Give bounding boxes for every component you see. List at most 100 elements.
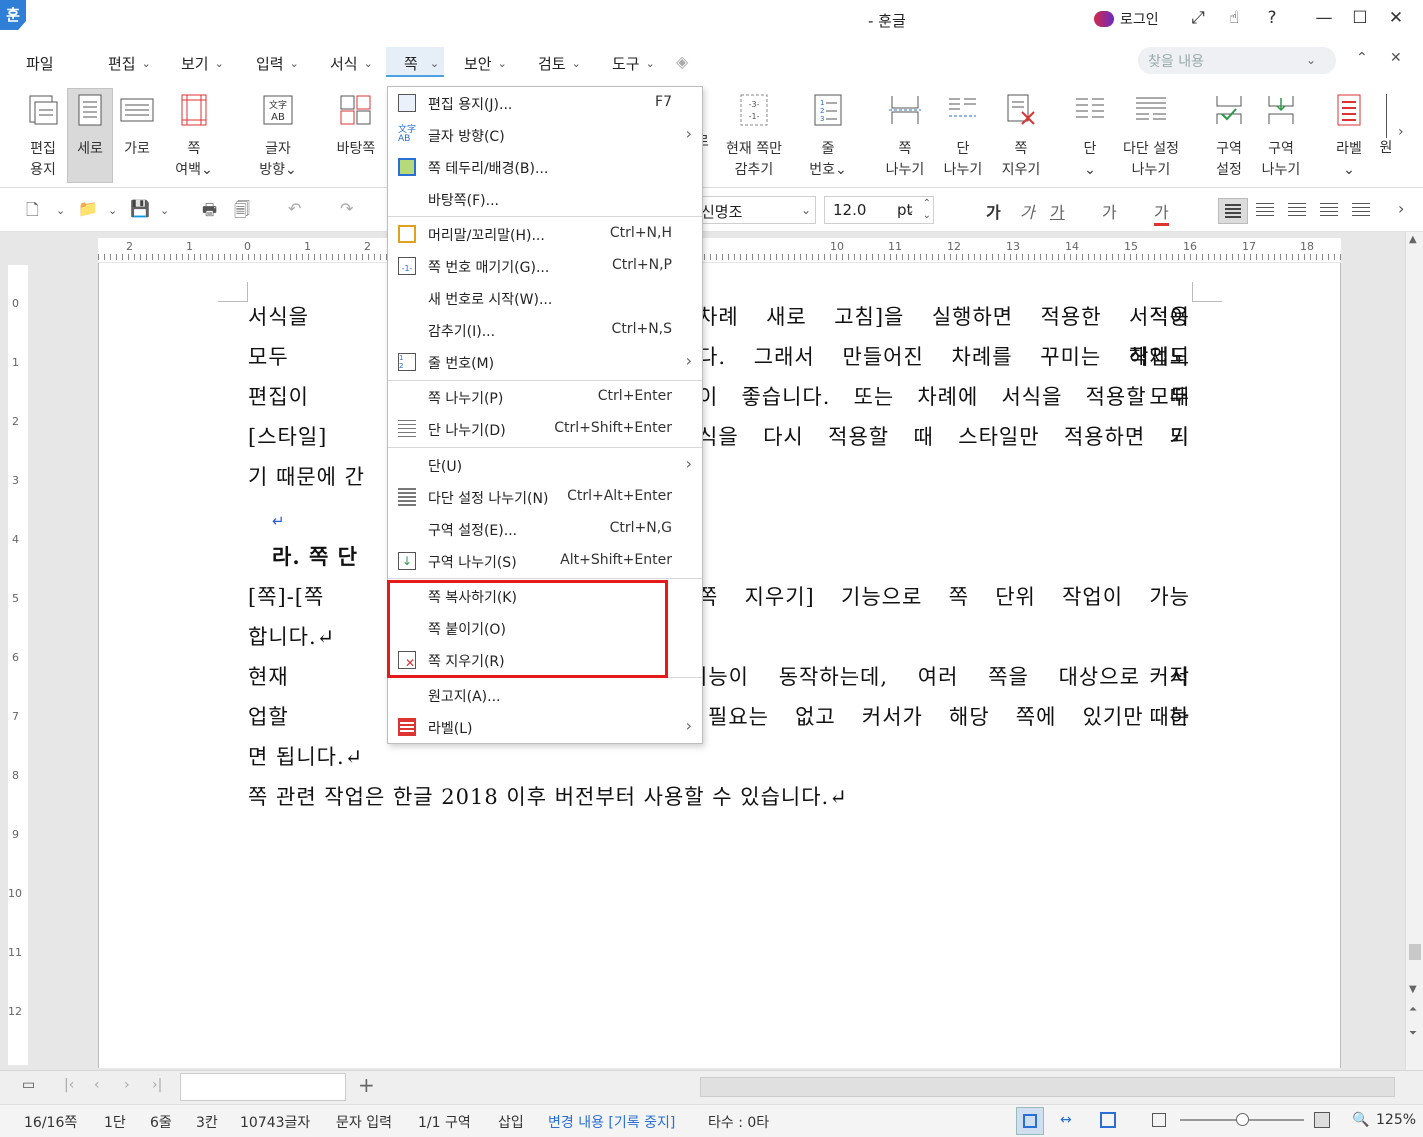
distribute-icon[interactable] — [1352, 203, 1370, 217]
menu-item-section-break[interactable]: ↓ 구역 나누기(S) Alt+Shift+Enter — [388, 545, 702, 577]
collapse-ribbon-icon[interactable]: ⌃ — [1356, 50, 1368, 66]
menu-item-label[interactable]: 라벨(L) › — [388, 711, 702, 743]
ribbon-page-break[interactable]: 쪽 나누기 — [880, 88, 930, 181]
menu-item-manuscript[interactable]: 원고지(A)... — [388, 679, 702, 711]
italic-button[interactable]: 가 — [1020, 199, 1035, 223]
ribbon-label[interactable]: 라벨 ⌄ — [1330, 88, 1368, 181]
status-insert-mode[interactable]: 삽입 — [498, 1112, 524, 1132]
minimize-button[interactable]: — — [1312, 8, 1336, 32]
menu-view[interactable]: 보기 ⌄ — [181, 50, 224, 76]
prev-page-icon[interactable]: ⏶ — [1409, 1004, 1417, 1015]
menu-tools[interactable]: 도구 ⌄ — [612, 50, 655, 76]
font-color-button[interactable]: 가 — [1154, 199, 1169, 226]
status-input-mode[interactable]: 문자 입력 — [336, 1112, 392, 1132]
search-dropdown-icon[interactable]: ⌄ — [1306, 53, 1316, 67]
ribbon-line-number[interactable]: 123 줄 번호⌄ — [806, 88, 850, 181]
first-tab-icon[interactable]: |‹ — [64, 1077, 74, 1093]
menu-item-column-break[interactable]: 단 나누기(D) Ctrl+Shift+Enter — [388, 413, 702, 445]
font-size-select[interactable]: 12.0 pt ⌄ ⌃ ⌄ — [824, 196, 934, 224]
ribbon-manuscript[interactable]: 원 — [1376, 88, 1396, 159]
strikethrough-button[interactable]: 가 — [1102, 199, 1117, 223]
last-tab-icon[interactable]: ›| — [152, 1077, 162, 1093]
menu-edit[interactable]: 편집 ⌄ — [108, 50, 151, 76]
menu-insert[interactable]: 입력 ⌄ — [256, 50, 299, 76]
new-document-icon[interactable]: 🗋 — [26, 199, 39, 226]
touch-mode-icon[interactable]: ☝ — [1222, 8, 1246, 32]
save-icon[interactable]: 💾 — [130, 199, 150, 218]
menu-item-page-setup[interactable]: 편집 용지(J)... F7 — [388, 87, 702, 119]
toolbar-more-icon[interactable]: › — [1398, 199, 1404, 218]
menu-item-text-direction[interactable]: 文字 AB 글자 방향(C) › — [388, 119, 702, 151]
font-name-select[interactable]: 신명조 ⌄ — [700, 196, 816, 224]
close-document-icon[interactable]: ✕ — [1390, 50, 1402, 66]
redo-icon[interactable]: ↷ — [340, 199, 353, 218]
menu-page[interactable]: 쪽 ⌄ — [404, 50, 439, 76]
prev-tab-icon[interactable]: ‹ — [94, 1077, 100, 1093]
close-button[interactable]: ✕ — [1384, 8, 1408, 32]
status-page[interactable]: 16/16쪽 — [24, 1112, 77, 1132]
print-preview-icon[interactable]: 🗐 — [234, 199, 250, 226]
fit-width-icon[interactable]: ↔ — [1060, 1112, 1072, 1128]
horizontal-scrollbar[interactable] — [700, 1077, 1395, 1097]
status-track-changes[interactable]: 변경 내용 [기록 중지] — [548, 1112, 675, 1132]
next-tab-icon[interactable]: › — [124, 1077, 130, 1093]
add-tab-icon[interactable]: + — [358, 1073, 375, 1097]
chevron-down-icon[interactable]: ⌄ — [160, 204, 169, 217]
menu-item-page-break[interactable]: 쪽 나누기(P) Ctrl+Enter — [388, 381, 702, 413]
open-folder-icon[interactable]: 📁 — [78, 199, 98, 218]
menu-item-new-number[interactable]: 새 번호로 시작(W)... — [388, 282, 702, 314]
menu-item-master-page[interactable]: 바탕쪽(F)... — [388, 183, 702, 215]
chevron-down-icon[interactable]: ⌄ — [56, 204, 65, 217]
zoom-slider-thumb[interactable] — [1236, 1113, 1249, 1126]
ribbon-page-margin[interactable]: 쪽 여백⌄ — [170, 88, 218, 181]
menu-item-columns[interactable]: 단(U) › — [388, 449, 702, 481]
menu-item-section-setup[interactable]: 구역 설정(E)... Ctrl+N,G — [388, 513, 702, 545]
ribbon-hide-current-page[interactable]: -3- -1- 현재 쪽만 감추기 — [720, 88, 788, 181]
align-right-icon[interactable] — [1320, 203, 1338, 217]
scroll-thumb[interactable] — [1409, 944, 1421, 960]
scroll-up-icon[interactable]: ▲ — [1409, 234, 1417, 245]
menu-item-page-number[interactable]: -1- 쪽 번호 매기기(G)... Ctrl+N,P — [388, 250, 702, 282]
fullscreen-icon[interactable]: ⤢ — [1186, 8, 1210, 32]
menu-item-page-border[interactable]: 쪽 테두리/배경(B)... — [388, 151, 702, 183]
ribbon-portrait[interactable]: 세로 — [67, 88, 113, 160]
ribbon-multi-column-break[interactable]: 다단 설정 나누기 — [1118, 88, 1184, 181]
help-icon[interactable]: ? — [1260, 8, 1284, 32]
scroll-down-icon[interactable]: ▼ — [1409, 984, 1417, 995]
ribbon-landscape[interactable]: 가로 — [116, 88, 158, 160]
align-justify-button[interactable] — [1218, 198, 1248, 224]
ribbon-columns[interactable]: 단 ⌄ — [1068, 88, 1112, 181]
ribbon-master-page[interactable]: 바탕쪽 — [332, 88, 380, 160]
ribbon-section-break[interactable]: 구역 나누기 — [1256, 88, 1306, 181]
align-left-icon[interactable] — [1256, 203, 1274, 217]
menu-item-hide[interactable]: 감추기(I)... Ctrl+N,S — [388, 314, 702, 346]
bold-button[interactable]: 가 — [986, 199, 1001, 223]
menu-item-line-number[interactable]: 12줄 번호(M) › — [388, 346, 702, 378]
menu-review[interactable]: 검토 ⌄ — [538, 50, 581, 76]
ribbon-column-break[interactable]: 단 나누기 — [938, 88, 988, 181]
share-icon[interactable]: ◈ — [676, 52, 696, 72]
underline-button[interactable]: 가 — [1050, 199, 1065, 223]
ribbon-scroll-right-icon[interactable]: › — [1398, 124, 1404, 140]
chevron-down-icon[interactable]: ⌄ — [108, 204, 117, 217]
maximize-button[interactable]: ☐ — [1348, 8, 1372, 32]
menu-security[interactable]: 보안 ⌄ — [464, 50, 507, 76]
menu-item-multi-column-break[interactable]: 다단 설정 나누기(N) Ctrl+Alt+Enter — [388, 481, 702, 513]
ribbon-text-direction[interactable]: 文字 AB 글자 방향⌄ — [254, 88, 302, 181]
menu-item-header-footer[interactable]: 머리말/꼬리말(H)... Ctrl+N,H — [388, 218, 702, 250]
menu-file[interactable]: 파일 — [26, 50, 54, 76]
menu-format[interactable]: 서식 ⌄ — [330, 50, 373, 76]
ribbon-section-setup[interactable]: 구역 설정 — [1206, 88, 1252, 181]
horizontal-ruler[interactable]: 2 1 0 1 2 10 11 12 13 14 15 16 17 18 — [98, 238, 1341, 262]
zoom-search-icon[interactable]: 🔍 — [1352, 1112, 1369, 1128]
ribbon-delete-page[interactable]: 쪽 지우기 — [996, 88, 1046, 181]
vertical-ruler[interactable]: 0 1 2 3 4 5 6 7 8 9 10 11 12 — [8, 265, 28, 1065]
zoom-out-icon[interactable] — [1152, 1113, 1166, 1127]
undo-icon[interactable]: ↶ — [288, 199, 301, 218]
full-page-icon[interactable] — [1100, 1112, 1116, 1128]
align-center-icon[interactable] — [1288, 203, 1306, 217]
login-button[interactable]: 로그인 — [1094, 9, 1159, 29]
print-icon[interactable]: 🖶 — [202, 199, 217, 226]
app-logo[interactable]: 훈 — [0, 0, 26, 30]
zoom-in-icon[interactable] — [1314, 1112, 1330, 1128]
